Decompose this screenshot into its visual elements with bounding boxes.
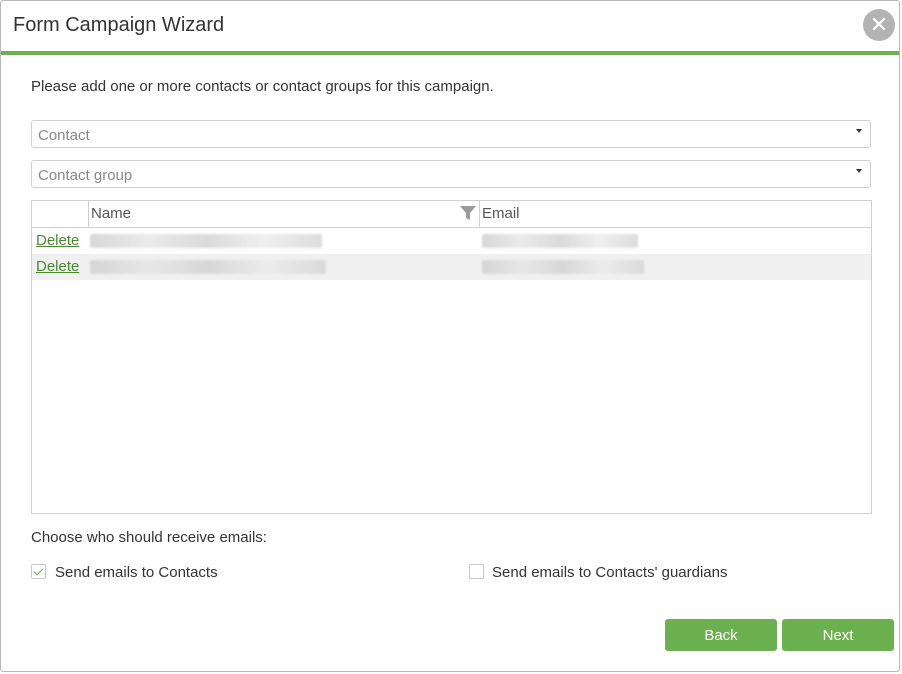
close-button[interactable]: ✕	[863, 9, 895, 41]
contact-select-placeholder: Contact	[38, 127, 90, 144]
contact-group-select-placeholder: Contact group	[38, 167, 133, 184]
send-to-guardians-checkbox[interactable]	[469, 564, 484, 579]
column-header-name[interactable]: Name	[89, 201, 480, 227]
column-header-name-label: Name	[91, 205, 132, 222]
table-row: Delete	[32, 228, 871, 254]
contact-name-redacted	[90, 260, 326, 274]
delete-link[interactable]: Delete	[36, 254, 79, 280]
campaign-wizard-dialog: Form Campaign Wizard ✕ Please add one or…	[0, 0, 900, 672]
table-row: Delete	[32, 254, 871, 280]
close-icon: ✕	[869, 12, 889, 37]
next-button[interactable]: Next	[782, 619, 894, 651]
send-to-contacts-checkbox[interactable]	[31, 564, 46, 579]
send-to-contacts-label[interactable]: Send emails to Contacts	[55, 564, 218, 581]
column-header-email[interactable]: Email	[480, 201, 871, 227]
filter-icon[interactable]	[459, 205, 477, 221]
contact-group-select[interactable]: Contact group	[31, 160, 871, 188]
recipients-label: Choose who should receive emails:	[31, 529, 267, 546]
check-icon	[33, 565, 44, 576]
back-button[interactable]: Back	[665, 619, 777, 651]
delete-link[interactable]: Delete	[36, 228, 79, 254]
contact-select[interactable]: Contact	[31, 120, 871, 148]
contact-name-redacted	[90, 234, 322, 248]
chevron-down-icon	[856, 129, 862, 133]
contacts-grid: Name Email Delete Delete	[31, 200, 872, 514]
send-to-guardians-label[interactable]: Send emails to Contacts' guardians	[492, 564, 728, 581]
column-header-action	[32, 201, 89, 227]
dialog-titlebar: Form Campaign Wizard ✕	[1, 1, 899, 55]
intro-text: Please add one or more contacts or conta…	[31, 78, 494, 95]
contact-email-redacted	[482, 234, 638, 248]
dialog-title: Form Campaign Wizard	[13, 14, 225, 36]
contact-email-redacted	[482, 260, 644, 274]
chevron-down-icon	[856, 169, 862, 173]
grid-header: Name Email	[32, 201, 871, 228]
